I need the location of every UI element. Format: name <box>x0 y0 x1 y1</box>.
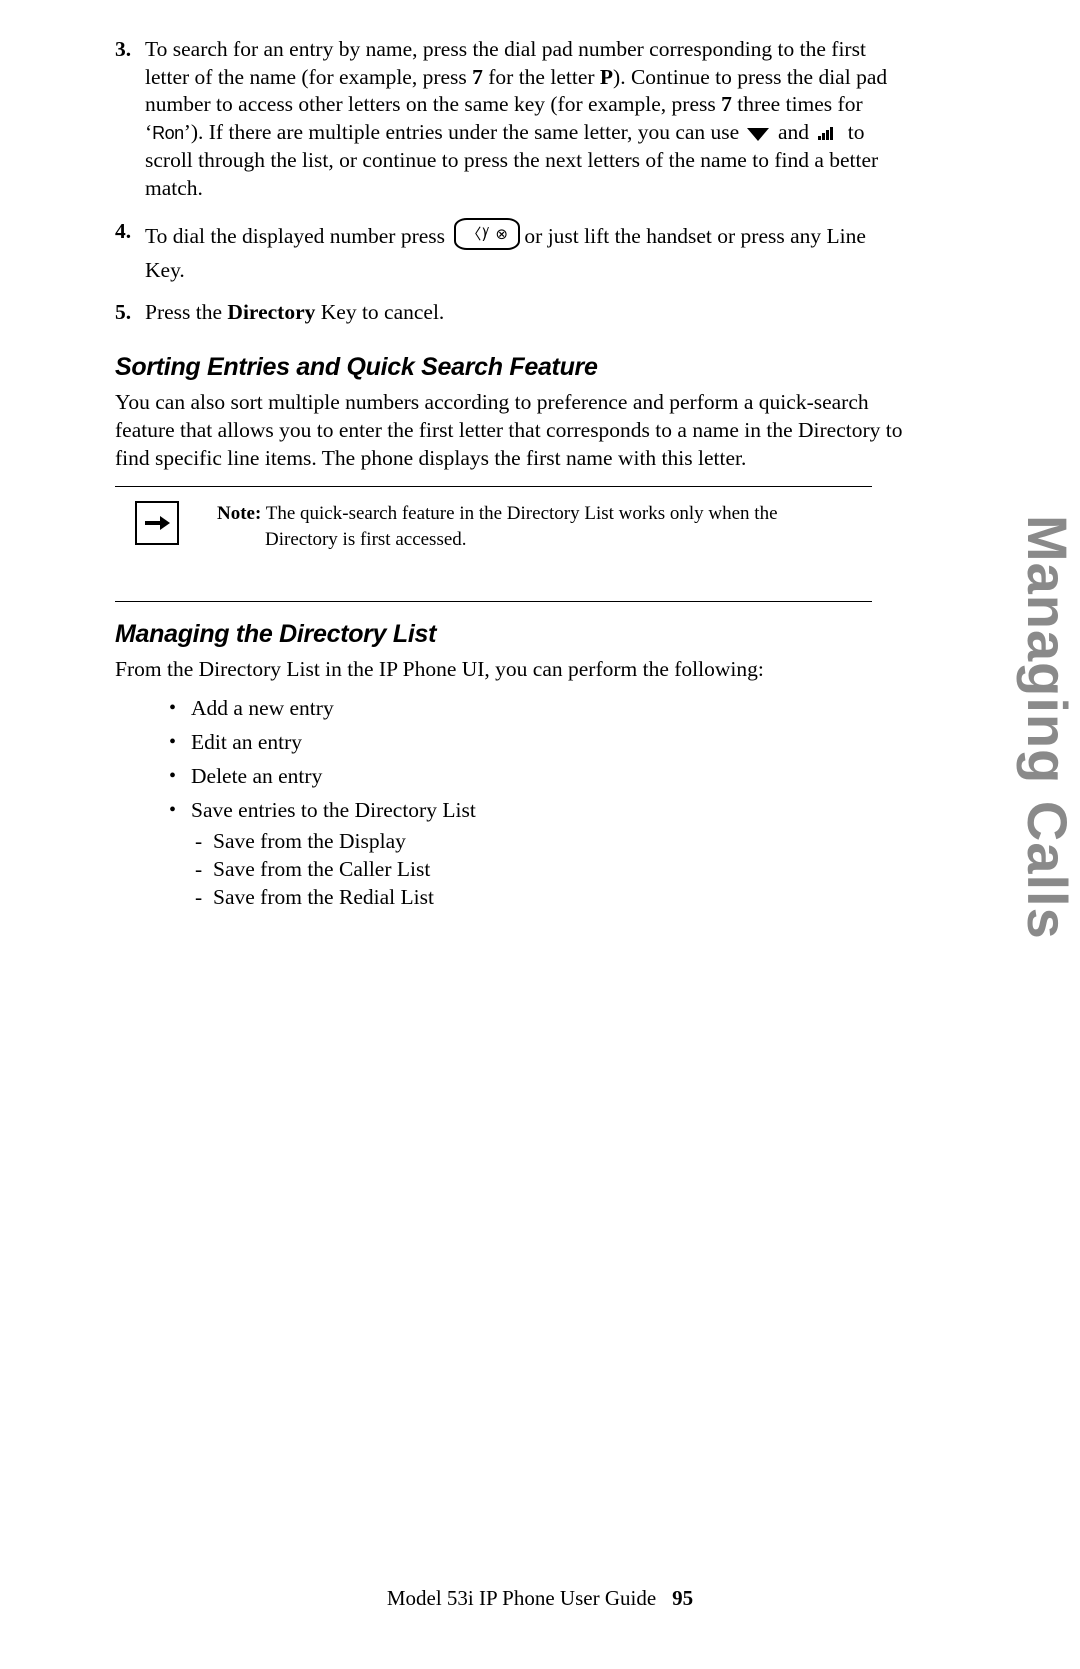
note-box: Note: The quick-search feature in the Di… <box>115 485 872 602</box>
page-footer: Model 53i IP Phone User Guide 95 <box>0 1586 1080 1611</box>
step5-part1: Press the <box>145 300 228 324</box>
step3-and: and <box>772 119 815 144</box>
list-item: Edit an entry <box>163 725 905 759</box>
list-item: 5. Press the Directory Key to cancel. <box>115 299 905 327</box>
down-arrow-icon <box>746 127 769 141</box>
list-item: Save from the Caller List <box>193 855 905 883</box>
list-item: Save from the Display <box>193 827 905 855</box>
list-item: 4. To dial the displayed number press 〈)… <box>115 218 905 287</box>
directory-key-label: Directory <box>227 300 316 324</box>
section-heading-managing: Managing the Directory List <box>115 619 437 648</box>
list-item: Add a new entry <box>163 691 905 725</box>
step3-example-name: Ron <box>152 122 184 143</box>
up-arrow-icon <box>818 126 836 140</box>
speaker-headset-key-icon: 〈) / ⊗ <box>454 218 521 250</box>
step4-part1: To dial the displayed number press <box>145 224 451 248</box>
arrow-right-note-icon <box>135 500 179 545</box>
note-label: Note: <box>217 502 262 524</box>
footer-guide-title: Model 53i IP Phone User Guide <box>386 1586 657 1610</box>
step-number: 4. <box>115 219 132 243</box>
page-content: 3. To search for an entry by name, press… <box>115 36 905 911</box>
note-line2: Directory is first accessed. <box>265 528 467 550</box>
section-heading-sorting: Sorting Entries and Quick Search Feature <box>115 352 598 381</box>
step3-part5: ’). If there are multiple entries under … <box>183 119 745 144</box>
headset-glyph: ⊗ <box>495 225 508 243</box>
step-number: 5. <box>115 300 132 324</box>
managing-bullet-list: Add a new entry Edit an entry Delete an … <box>115 691 905 827</box>
step3-key-7b: 7 <box>721 92 732 116</box>
step3-part2: for the letter <box>482 64 600 89</box>
list-item: Delete an entry <box>163 759 905 793</box>
note-content: Note: The quick-search feature in the Di… <box>115 487 872 601</box>
step-text: Press the Directory Key to cancel. <box>145 299 905 327</box>
step3-key-7a: 7 <box>472 64 483 89</box>
document-page: 3. To search for an entry by name, press… <box>0 0 1080 1669</box>
step-number: 3. <box>115 37 132 61</box>
managing-intro: From the Directory List in the IP Phone … <box>115 656 764 681</box>
managing-sub-list: Save from the Display Save from the Call… <box>115 827 905 911</box>
sorting-paragraph: You can also sort multiple numbers accor… <box>115 389 903 470</box>
note-icon-cell <box>135 500 191 545</box>
list-item: Save from the Redial List <box>193 883 905 911</box>
note-line1: The quick-search feature in the Director… <box>265 502 778 524</box>
side-tab-label: Managing Calls <box>1016 515 1079 940</box>
slash-glyph: / <box>483 223 489 245</box>
list-item: 3. To search for an entry by name, press… <box>115 36 905 202</box>
footer-page-number: 95 <box>672 1586 694 1610</box>
step-text: To search for an entry by name, press th… <box>145 36 905 202</box>
note-text: Note: The quick-search feature in the Di… <box>191 501 872 553</box>
note-bottom-rule <box>115 600 872 602</box>
step5-part2: Key to cancel. <box>315 300 445 324</box>
step-text: To dial the displayed number press 〈) / ⊗ o… <box>145 218 905 287</box>
step3-letter-p: P <box>599 64 614 89</box>
list-item: Save entries to the Directory List <box>163 793 905 827</box>
